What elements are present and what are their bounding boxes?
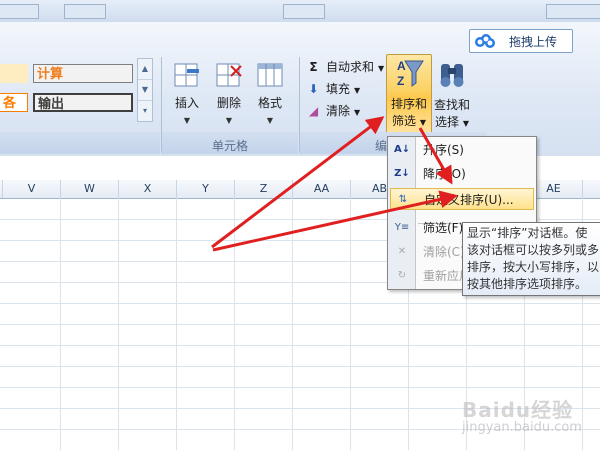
column-header-w[interactable]: W [61,180,119,198]
find-select-text: 选择 [435,115,460,129]
upload-button-label: 拖拽上传 [509,35,558,49]
title-bar-button[interactable] [283,4,325,19]
grid-column-line [60,198,61,450]
filter-icon: Y≡ [394,222,410,233]
grid-row-line [0,366,600,367]
svg-text:Z: Z [397,74,404,88]
title-bar-button[interactable] [0,4,39,19]
title-bar-button[interactable] [546,4,600,19]
fill-down-icon: ⬇ [308,82,319,96]
menu-item-label: 自定义排序(U)... [424,193,514,207]
scroll-up-icon[interactable]: ▲ [138,59,152,80]
upload-button[interactable]: 拖拽上传 [469,29,573,53]
insert-button[interactable]: 插入 ▼ [168,60,206,129]
clear-label: 清除 [326,104,351,118]
baidu-cloud-icon [475,34,495,48]
menu-item-sort-descending[interactable]: Z↓ 降序(O) [390,163,534,185]
sort-filter-button[interactable]: A Z 排序和 筛选 ▼ [386,54,432,134]
grid-column-line [292,198,293,450]
styles-group-footer [0,132,160,154]
reapply-filter-icon: ↻ [397,270,407,281]
fill-button[interactable]: ⬇ 填充 ▼ [306,80,360,98]
chevron-down-icon: ▼ [354,108,361,117]
binoculars-icon [440,64,464,87]
styles-gallery-scroll[interactable]: ▲ ▼ ▾ [137,58,153,122]
delete-label: 删除 [216,96,241,110]
cell-style-calc[interactable]: 计算 [33,64,133,83]
title-bar-button[interactable] [64,4,106,19]
autosum-label: 自动求和 [326,60,375,74]
grid-column-line [176,198,177,450]
tooltip-line: 该对话框可以按多列或多 [467,243,600,257]
clear-filter-icon: ✕ [397,246,407,257]
sort-filter-text: 筛选 [392,114,417,128]
grid-row-line [0,387,600,388]
insert-label: 插入 [174,96,199,110]
autosum-button[interactable]: Σ 自动求和 ▼ [306,58,384,76]
find-select-button[interactable]: 查找和 选择 ▼ [432,56,472,132]
delete-cells-icon [216,63,242,87]
fill-label: 填充 [326,82,351,96]
custom-sort-tooltip: 显示“排序”对话框。使 该对话框可以按多列或多 排序，按大小写排序，以 按其他排… [462,222,600,296]
menu-item-custom-sort[interactable]: ⇅ 自定义排序(U)... [390,188,534,210]
find-select-label-line2: 选择 ▼ [432,114,472,132]
sort-ascending-icon: A↓ [394,144,411,155]
format-label: 格式 [257,96,282,110]
sort-filter-label: 排序和 筛选 ▼ [387,96,431,131]
menu-item-sort-ascending[interactable]: A↓ 升序(S) [390,139,534,161]
insert-cells-icon [174,63,199,87]
chevron-down-icon: ▼ [462,119,469,128]
menu-item-label: 升序(S) [423,143,464,157]
column-header-v[interactable]: V [3,180,61,198]
find-select-label-line1: 查找和 [433,98,470,112]
custom-sort-icon: ⇅ [398,194,408,205]
cell-style-output[interactable]: 输出 [33,93,133,112]
clear-button[interactable]: ◢ 清除 ▼ [306,102,360,120]
chevron-down-icon: ▼ [378,64,385,73]
cell-style-swatch[interactable] [0,64,28,83]
column-header-aa[interactable]: AA [293,180,351,198]
chevron-down-icon: ▼ [266,116,274,125]
grid-row-line [0,345,600,346]
column-header[interactable] [583,180,600,198]
format-cells-icon [257,63,283,87]
gallery-expand-icon[interactable]: ▾ [138,101,152,121]
menu-item-label: 清除(C) [423,245,465,259]
grid-row-line [0,324,600,325]
watermark-logo: Baidu经验 [462,398,574,422]
chevron-down-icon: ▼ [183,116,191,125]
grid-row-line [0,303,600,304]
tooltip-line: 显示“排序”对话框。使 [467,226,588,240]
tooltip-line: 按其他排序选项排序。 [467,277,588,291]
tooltip-line: 排序，按大小写排序，以 [467,260,600,274]
column-header-x[interactable]: X [119,180,177,198]
chevron-down-icon: ▼ [225,116,233,125]
sort-descending-icon: Z↓ [394,168,410,179]
menu-item-label: 筛选(F) [423,221,464,235]
sort-filter-label-line1: 排序和 [390,97,427,111]
column-header-y[interactable]: Y [177,180,235,198]
sigma-icon: Σ [309,60,318,74]
grid-column-line [118,198,119,450]
chevron-down-icon: ▼ [419,118,426,127]
grid-column-line [350,198,351,450]
title-bar [0,0,600,22]
eraser-icon: ◢ [308,104,319,118]
cells-group-label: 单元格 [211,139,248,153]
sort-az-funnel-icon: A Z [397,59,424,88]
delete-button[interactable]: 删除 ▼ [210,60,248,129]
sort-filter-label-line2: 筛选 ▼ [387,113,431,131]
grid-column-line [234,198,235,450]
watermark-url: jingyan.baidu.com [462,420,582,435]
chevron-down-icon: ▼ [354,86,361,95]
format-button[interactable]: 格式 ▼ [251,60,289,129]
column-header-z[interactable]: Z [235,180,293,198]
cell-style-swatch[interactable]: 各 [0,93,28,112]
scroll-down-icon[interactable]: ▼ [138,80,152,101]
menu-item-label: 降序(O) [423,167,466,181]
